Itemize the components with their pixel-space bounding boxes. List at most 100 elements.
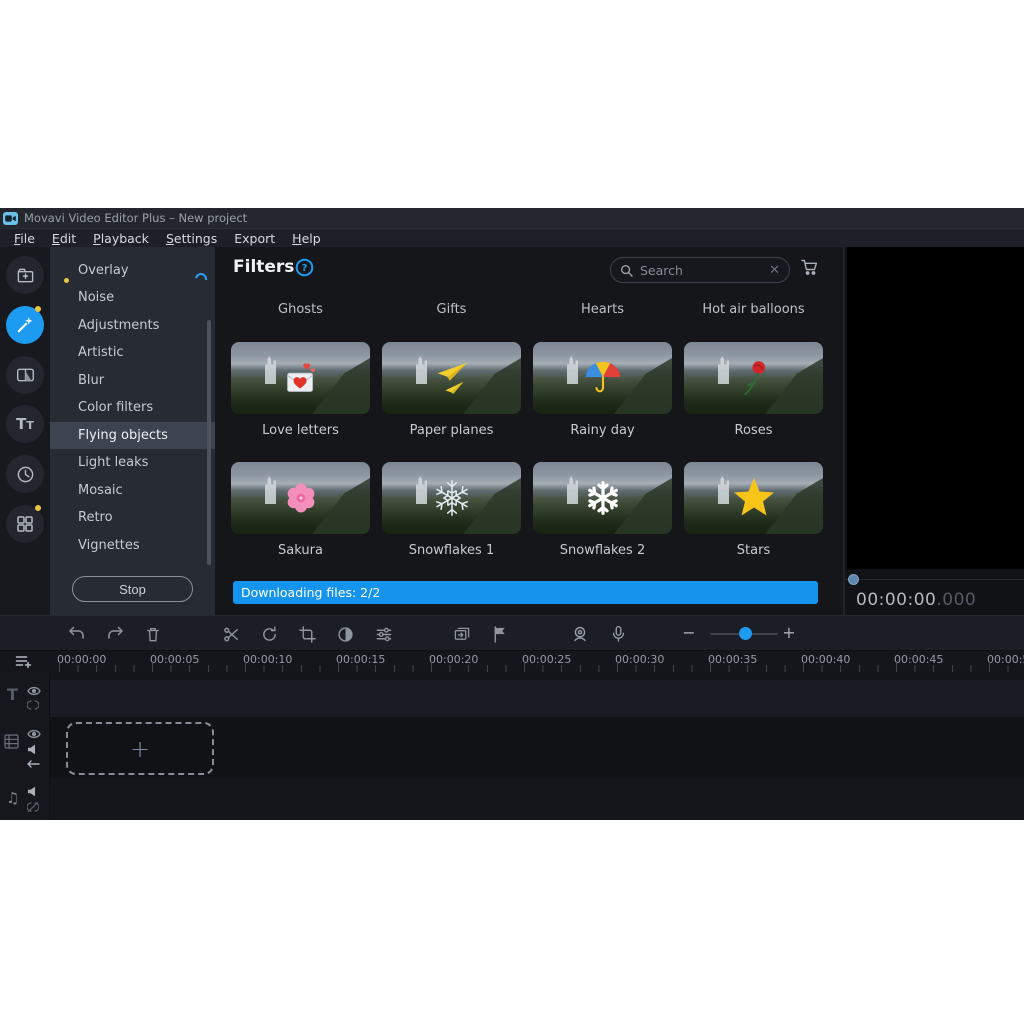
webcam-icon: [571, 625, 589, 643]
zoom-slider-handle[interactable]: [739, 627, 752, 640]
menu-help[interactable]: Help: [292, 231, 321, 246]
menu-playback[interactable]: Playback: [93, 231, 149, 246]
search-box: ✕: [610, 257, 790, 283]
menu-file[interactable]: File: [14, 231, 35, 246]
filter-card-label: Snowflakes 2: [533, 543, 672, 558]
main-area: TT Overlay Noise Adjustments: [0, 247, 1024, 615]
filter-card-snowflakes-1[interactable]: Snowflakes 1: [382, 462, 521, 558]
filter-card-roses[interactable]: Roses: [684, 342, 823, 438]
filter-card-snowflakes-2[interactable]: Snowflakes 2: [533, 462, 672, 558]
clip-properties-button[interactable]: [374, 624, 394, 644]
menu-settings[interactable]: Settings: [166, 231, 217, 246]
filter-thumbnail: [533, 462, 672, 534]
filter-card-label: Love letters: [231, 423, 370, 438]
menu-edit[interactable]: Edit: [52, 231, 76, 246]
timeline-tracks: + T ♫: [0, 672, 1024, 820]
category-scrollbar[interactable]: [207, 320, 211, 565]
seek-bar[interactable]: [845, 579, 1024, 580]
seek-handle[interactable]: [848, 574, 859, 585]
audio-track-mute-icon[interactable]: [27, 786, 39, 797]
category-vignettes[interactable]: Vignettes: [50, 532, 215, 559]
app-logo-icon: [3, 212, 18, 225]
stop-button[interactable]: Stop: [72, 576, 193, 602]
filters-new-badge: [35, 306, 41, 312]
category-adjustments[interactable]: Adjustments: [50, 312, 215, 339]
category-label: Artistic: [78, 345, 124, 360]
rotate-button[interactable]: [259, 624, 279, 644]
grid-more-tools-icon: [16, 515, 34, 533]
category-blur[interactable]: Blur: [50, 367, 215, 394]
redo-button[interactable]: [105, 624, 125, 644]
add-media-placeholder[interactable]: +: [66, 722, 214, 775]
split-frame-button[interactable]: [452, 624, 472, 644]
help-icon[interactable]: ?: [295, 258, 314, 277]
ruler-ticks-minor: [59, 665, 1024, 672]
category-label: Adjustments: [78, 318, 159, 333]
filter-thumbnail: [231, 342, 370, 414]
titles-button[interactable]: TT: [6, 405, 44, 443]
record-audio-button[interactable]: [608, 624, 628, 644]
video-track-arrow-icon[interactable]: [27, 759, 40, 769]
title-track-link-icon[interactable]: [27, 700, 39, 710]
filter-label-gifts[interactable]: Gifts: [376, 302, 527, 317]
webcam-capture-button[interactable]: [570, 624, 590, 644]
category-noise[interactable]: Noise: [50, 284, 215, 311]
undo-button[interactable]: [67, 624, 87, 644]
filter-label-hot-air-balloons[interactable]: Hot air balloons: [678, 302, 829, 317]
video-track-mute-icon[interactable]: [27, 744, 39, 755]
crop-button[interactable]: [297, 624, 317, 644]
filter-card-label: Roses: [684, 423, 823, 438]
color-adjust-button[interactable]: [335, 624, 355, 644]
cut-button[interactable]: [221, 624, 241, 644]
transitions-button[interactable]: [6, 356, 44, 394]
audio-track-row[interactable]: [50, 779, 1024, 820]
title-track-icon: T: [7, 685, 18, 704]
filter-card-sakura[interactable]: Sakura: [231, 462, 370, 558]
filters-tab-button[interactable]: [6, 306, 44, 344]
category-retro[interactable]: Retro: [50, 504, 215, 531]
more-tools-button[interactable]: [6, 505, 44, 543]
store-cart-icon[interactable]: [801, 259, 820, 276]
timeline-ruler[interactable]: 00:00:00 00:00:05 00:00:10 00:00:15 00:0…: [0, 650, 1024, 672]
add-track-icon[interactable]: [15, 654, 32, 670]
title-track-visibility-icon[interactable]: [27, 686, 41, 696]
import-button[interactable]: [6, 256, 44, 294]
video-track-visibility-icon[interactable]: [27, 729, 41, 739]
filter-card-label: Paper planes: [382, 423, 521, 438]
category-flying-objects[interactable]: Flying objects: [50, 422, 215, 449]
category-label: Vignettes: [78, 538, 140, 553]
add-media-plus-icon: +: [130, 737, 150, 761]
snowflake-thin-icon: [431, 477, 473, 519]
rotate-icon: [261, 626, 278, 643]
timecode-main: 00:00:00: [856, 590, 936, 610]
trash-icon: [145, 626, 161, 643]
category-color-filters[interactable]: Color filters: [50, 394, 215, 421]
zoom-in-button[interactable]: +: [781, 623, 797, 642]
delete-button[interactable]: [143, 624, 163, 644]
audio-track-link-icon[interactable]: [27, 802, 39, 812]
clear-search-icon[interactable]: ✕: [769, 264, 780, 277]
filter-thumbnail: [382, 342, 521, 414]
menu-bar: File Edit Playback Settings Export Help: [0, 228, 1024, 247]
filter-card-paper-planes[interactable]: Paper planes: [382, 342, 521, 438]
new-dot-icon: [64, 278, 69, 283]
menu-export[interactable]: Export: [234, 231, 275, 246]
filter-thumbnail: [684, 342, 823, 414]
title-track-row[interactable]: [50, 680, 1024, 717]
filter-label-hearts[interactable]: Hearts: [527, 302, 678, 317]
category-label: Flying objects: [78, 428, 168, 443]
filter-card-label: Sakura: [231, 543, 370, 558]
zoom-out-button[interactable]: −: [681, 623, 697, 642]
motion-button[interactable]: [6, 455, 44, 493]
filter-card-rainy-day[interactable]: Rainy day: [533, 342, 672, 438]
marker-button[interactable]: [489, 624, 509, 644]
category-mosaic[interactable]: Mosaic: [50, 477, 215, 504]
category-artistic[interactable]: Artistic: [50, 339, 215, 366]
filter-card-stars[interactable]: Stars: [684, 462, 823, 558]
contrast-icon: [337, 626, 354, 643]
category-overlay[interactable]: Overlay: [50, 257, 215, 284]
filter-card-love-letters[interactable]: Love letters: [231, 342, 370, 438]
filter-label-ghosts[interactable]: Ghosts: [225, 302, 376, 317]
category-light-leaks[interactable]: Light leaks: [50, 449, 215, 476]
search-input[interactable]: [640, 263, 762, 278]
